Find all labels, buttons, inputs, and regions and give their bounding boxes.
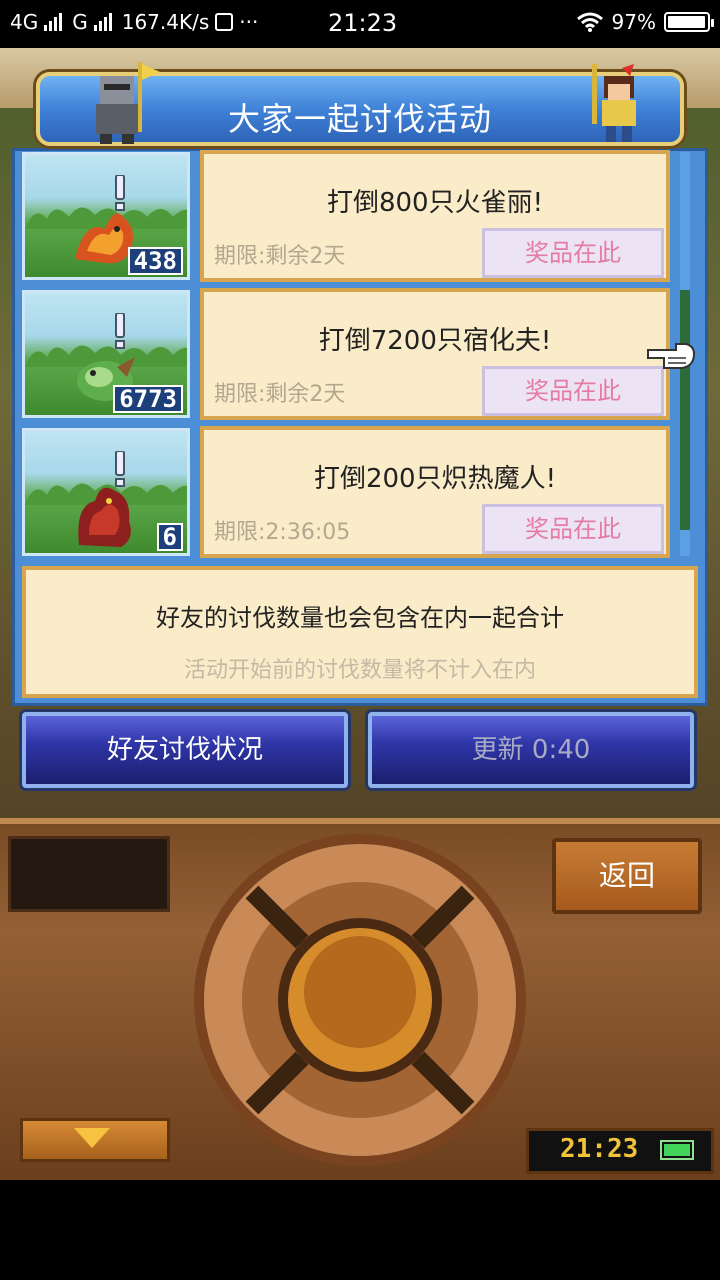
mission-deadline: 期限:剩余2天	[214, 244, 346, 269]
monster-tile[interactable]: 6773	[22, 290, 190, 418]
console-clock: 21:23	[560, 1134, 639, 1164]
status-right: 97%	[576, 10, 714, 34]
mission-title: 打倒200只炽热魔人!	[313, 464, 557, 494]
prize-button[interactable]: 奖品在此	[482, 228, 664, 278]
defeat-count: 6	[156, 523, 183, 551]
prize-button[interactable]: 奖品在此	[482, 504, 664, 554]
info-box: 好友的讨伐数量也会包含在内一起合计 活动开始前的讨伐数量将不计入在内	[22, 566, 698, 698]
signal-icon-2	[93, 13, 112, 31]
pointing-hand-icon	[647, 343, 696, 369]
defeat-count: 438	[127, 247, 183, 275]
info-main-text: 好友的讨伐数量也会包含在内一起合计	[156, 604, 564, 632]
update-button[interactable]: 更新 0:40	[368, 712, 694, 788]
mission-card: 打倒7200只宿化夫! 期限:剩余2天 奖品在此	[200, 288, 670, 420]
more-dots: ···	[239, 10, 259, 34]
mission-title: 打倒7200只宿化夫!	[318, 326, 552, 356]
knight-mascot-icon	[96, 62, 160, 144]
hero-mascot-icon	[592, 64, 636, 142]
defeat-count: 6773	[113, 385, 183, 413]
signal-icon	[44, 13, 63, 31]
network-g-label: G	[72, 10, 88, 34]
app-notification-icon	[215, 13, 234, 31]
mission-title: 打倒800只火雀丽!	[326, 188, 544, 218]
mission-list[interactable]: 438 打倒800只火雀丽! 期限:剩余2天 奖品在此 6773 打倒7200只…	[22, 150, 672, 560]
prize-button[interactable]: 奖品在此	[482, 366, 664, 416]
network-speed: 167.4K/s	[121, 10, 210, 34]
status-time: 21:23	[328, 9, 398, 37]
status-left: 4G G 167.4K/s ···	[10, 10, 258, 34]
mission-deadline: 期限:2:36:05	[214, 520, 351, 545]
network-4g-label: 4G	[10, 10, 39, 34]
monster-tile[interactable]: 438	[22, 152, 190, 280]
friend-status-button[interactable]: 好友讨伐状况	[22, 712, 348, 788]
back-button[interactable]: 返回	[552, 838, 702, 914]
scrollbar-thumb[interactable]	[680, 290, 690, 530]
mission-row-2: 6773 打倒7200只宿化夫! 期限:剩余2天 奖品在此	[22, 288, 672, 420]
bottom-bar	[0, 1180, 720, 1280]
info-sub-text: 活动开始前的讨伐数量将不计入在内	[183, 658, 536, 683]
status-bar: 4G G 167.4K/s ··· 21:23 97%	[0, 0, 720, 48]
mission-row-1: 438 打倒800只火雀丽! 期限:剩余2天 奖品在此	[22, 150, 672, 282]
console-screen-slot	[8, 836, 170, 912]
battery-percent: 97%	[611, 10, 656, 34]
dpad-control[interactable]	[192, 832, 528, 1168]
mission-deadline: 期限:剩余2天	[214, 382, 346, 407]
down-arrow-icon	[74, 1128, 110, 1148]
battery-icon	[664, 12, 714, 32]
wifi-icon	[576, 12, 603, 32]
mission-card: 打倒200只炽热魔人! 期限:2:36:05 奖品在此	[200, 426, 670, 558]
fire-demon-monster-icon	[78, 487, 131, 547]
mission-row-3: 6 打倒200只炽热魔人! 期限:2:36:05 奖品在此	[22, 426, 672, 558]
mission-card: 打倒800只火雀丽! 期限:剩余2天 奖品在此	[200, 150, 670, 282]
console-battery-icon	[660, 1140, 694, 1160]
monster-tile[interactable]: 6	[22, 428, 190, 556]
